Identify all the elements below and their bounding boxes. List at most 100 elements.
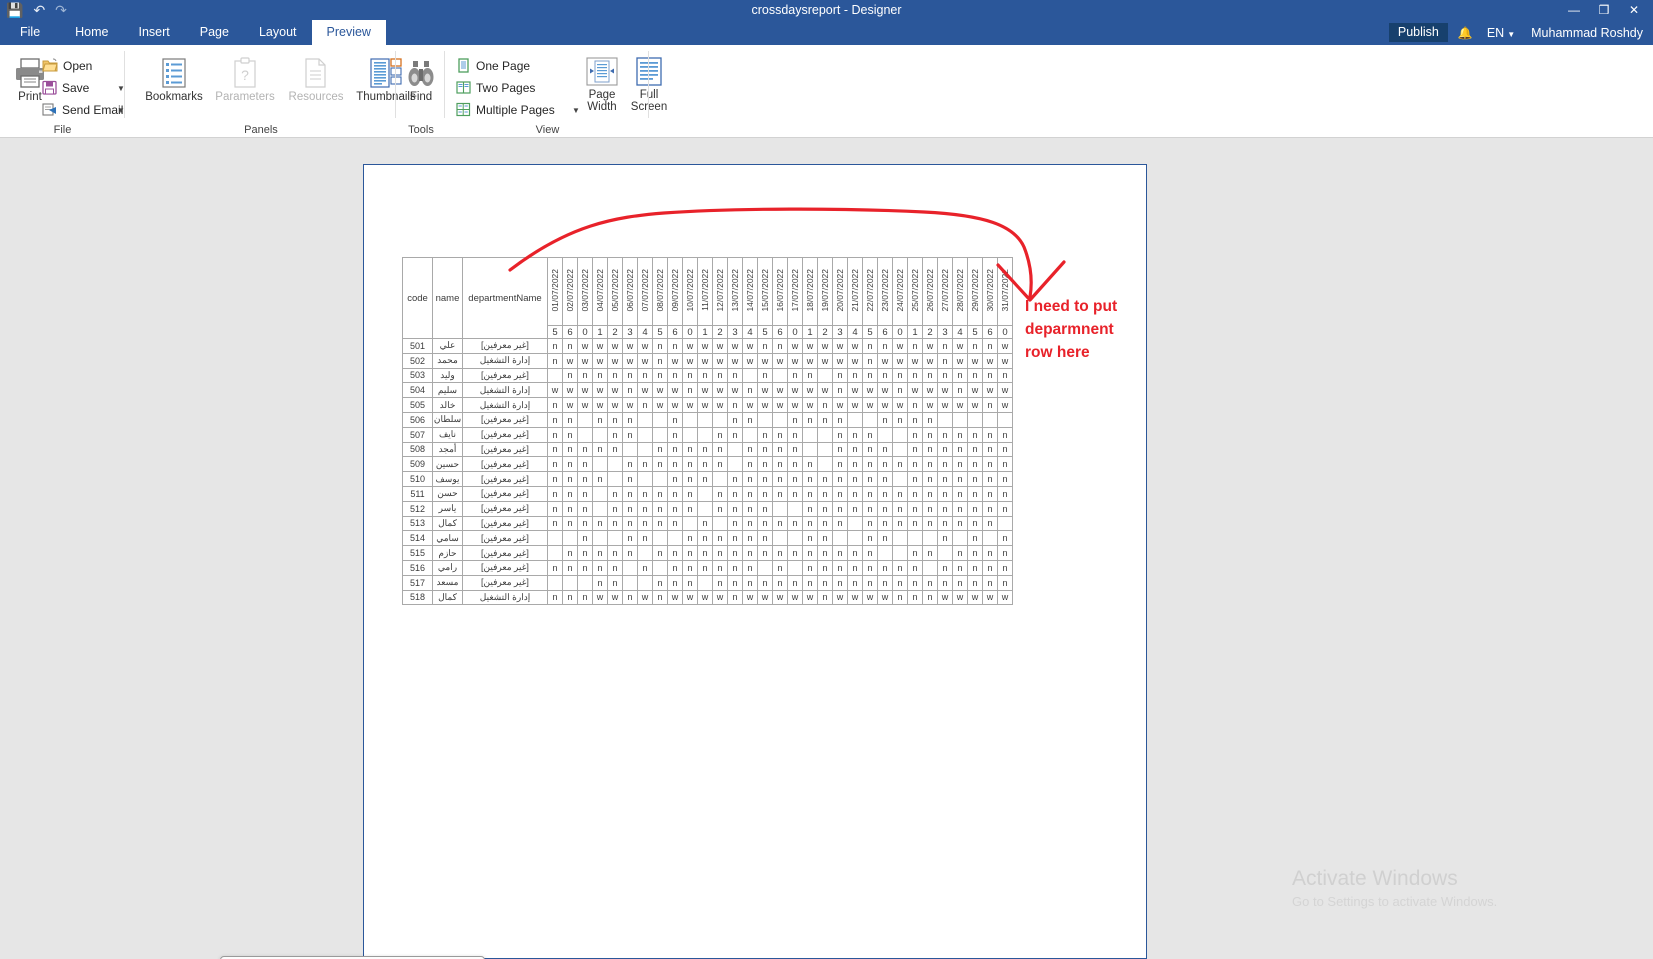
header-date-26: 26/07/2022 bbox=[922, 257, 938, 326]
cell-day-21 bbox=[847, 411, 863, 428]
cell-day-11: n bbox=[697, 471, 713, 487]
close-button[interactable]: ✕ bbox=[1619, 0, 1649, 20]
cell-day-5 bbox=[607, 471, 623, 487]
cell-department: [غير معرفين] bbox=[462, 426, 548, 443]
header-date-5: 05/07/2022 bbox=[607, 257, 623, 326]
cell-day-24 bbox=[892, 471, 908, 487]
cell-day-17: n bbox=[787, 574, 803, 591]
open-button[interactable]: Open bbox=[40, 56, 94, 75]
cell-day-15: n bbox=[757, 545, 773, 561]
cell-day-20: n bbox=[832, 500, 848, 517]
cell-day-14: n bbox=[742, 441, 758, 458]
cell-day-25: n bbox=[907, 441, 923, 458]
bell-icon[interactable]: 🔔 bbox=[1458, 26, 1473, 40]
cell-day-13 bbox=[727, 441, 743, 458]
multiple-pages-button[interactable]: Multiple Pages bbox=[454, 100, 557, 119]
date-label: 13/07/2022 bbox=[730, 268, 740, 312]
cell-day-11 bbox=[697, 426, 713, 443]
tab-layout[interactable]: Layout bbox=[244, 20, 312, 45]
tab-home[interactable]: Home bbox=[60, 20, 123, 45]
date-label: 05/07/2022 bbox=[610, 268, 620, 312]
cell-day-4: n bbox=[592, 559, 608, 576]
full-screen-button[interactable]: Full Screen bbox=[626, 57, 672, 113]
ribbon-group-label-view: View bbox=[535, 124, 560, 136]
cell-day-24: n bbox=[892, 411, 908, 428]
cell-day-5: n bbox=[607, 441, 623, 458]
group-separator bbox=[648, 51, 649, 118]
tab-page[interactable]: Page bbox=[185, 20, 244, 45]
cell-day-20: n bbox=[832, 471, 848, 487]
cell-day-30: n bbox=[982, 426, 998, 443]
header-weekday-23: 6 bbox=[877, 325, 893, 339]
cell-day-25: w bbox=[907, 352, 923, 369]
cell-code: 515 bbox=[402, 545, 433, 561]
cell-day-15: w bbox=[757, 397, 773, 413]
page-width-button[interactable]: Page Width bbox=[582, 57, 622, 113]
tab-preview[interactable]: Preview bbox=[311, 20, 386, 45]
watermark-line-2: Go to Settings to activate Windows. bbox=[1292, 894, 1498, 909]
cell-day-31 bbox=[997, 411, 1013, 428]
tab-file[interactable]: File bbox=[0, 20, 60, 45]
cell-day-23: w bbox=[877, 382, 893, 399]
cell-day-11: n bbox=[697, 441, 713, 458]
cell-department: [غير معرفين] bbox=[462, 338, 548, 354]
cell-day-20 bbox=[832, 530, 848, 547]
cell-day-24 bbox=[892, 545, 908, 561]
minimize-button[interactable]: — bbox=[1559, 0, 1589, 20]
cell-day-30: w bbox=[982, 352, 998, 369]
restore-button[interactable]: ❒ bbox=[1589, 0, 1619, 20]
cell-department: [غير معرفين] bbox=[462, 574, 548, 591]
cell-day-29: n bbox=[967, 530, 983, 547]
cell-day-16: n bbox=[772, 471, 788, 487]
cell-day-5: n bbox=[607, 515, 623, 532]
multiple-pages-chevron-down-icon[interactable]: ▼ bbox=[572, 106, 580, 115]
cell-day-5: n bbox=[607, 485, 623, 502]
cell-day-15: n bbox=[757, 500, 773, 517]
date-label: 16/07/2022 bbox=[775, 268, 785, 312]
find-button[interactable]: Find bbox=[397, 57, 445, 103]
cell-day-10: n bbox=[682, 382, 698, 399]
header-weekday-7: 4 bbox=[637, 325, 653, 339]
cell-day-20: w bbox=[832, 338, 848, 354]
save-button[interactable]: Save bbox=[40, 78, 91, 97]
cell-day-14: n bbox=[742, 382, 758, 399]
table-row: 514 سامي [غير معرفين] n n n n n n n n n n n n n n n n bbox=[402, 530, 1013, 547]
cell-day-6: n bbox=[622, 545, 638, 561]
bookmarks-button[interactable]: Bookmarks bbox=[140, 57, 208, 103]
cell-day-28: n bbox=[952, 426, 968, 443]
cell-day-27: n bbox=[937, 485, 953, 502]
tab-insert[interactable]: Insert bbox=[124, 20, 185, 45]
cell-day-17 bbox=[787, 530, 803, 547]
two-pages-button[interactable]: Two Pages bbox=[454, 78, 537, 97]
cell-day-20: n bbox=[832, 456, 848, 473]
language-selector[interactable]: EN ▼ bbox=[1487, 26, 1515, 40]
cell-day-21: n bbox=[847, 574, 863, 591]
table-row: 502 محمد إدارة التشغيل n w w w w w w n w w w w w w w w w w w w… bbox=[402, 352, 1013, 369]
header-weekday-26: 2 bbox=[922, 325, 938, 339]
cell-day-9: n bbox=[667, 485, 683, 502]
header-weekday-30: 6 bbox=[982, 325, 998, 339]
cell-day-9: w bbox=[667, 352, 683, 369]
header-weekday-13: 3 bbox=[727, 325, 743, 339]
header-date-7: 07/07/2022 bbox=[637, 257, 653, 326]
cell-day-25: w bbox=[907, 382, 923, 399]
preview-canvas[interactable]: code name departmentName 01/07/2022 02/07… bbox=[0, 138, 1653, 959]
cell-day-28: n bbox=[952, 471, 968, 487]
cell-day-8: w bbox=[652, 397, 668, 413]
cell-day-15: n bbox=[757, 471, 773, 487]
cell-day-1: n bbox=[547, 485, 563, 502]
date-label: 28/07/2022 bbox=[955, 268, 965, 312]
publish-button[interactable]: Publish bbox=[1388, 23, 1448, 42]
folder-open-icon bbox=[42, 58, 58, 73]
cell-code: 501 bbox=[402, 338, 433, 354]
cell-day-18: n bbox=[802, 515, 818, 532]
user-name[interactable]: Muhammad Roshdy bbox=[1531, 26, 1643, 40]
date-label: 27/07/2022 bbox=[940, 268, 950, 312]
cell-day-6: n bbox=[622, 382, 638, 399]
one-page-button[interactable]: One Page bbox=[454, 56, 532, 75]
activate-windows-watermark: Activate Windows Go to Settings to activ… bbox=[1292, 866, 1592, 912]
cell-day-2: w bbox=[562, 352, 578, 369]
cell-day-10: n bbox=[682, 500, 698, 517]
cell-day-18: w bbox=[802, 589, 818, 606]
send-email-button[interactable]: Send Email bbox=[40, 100, 125, 119]
